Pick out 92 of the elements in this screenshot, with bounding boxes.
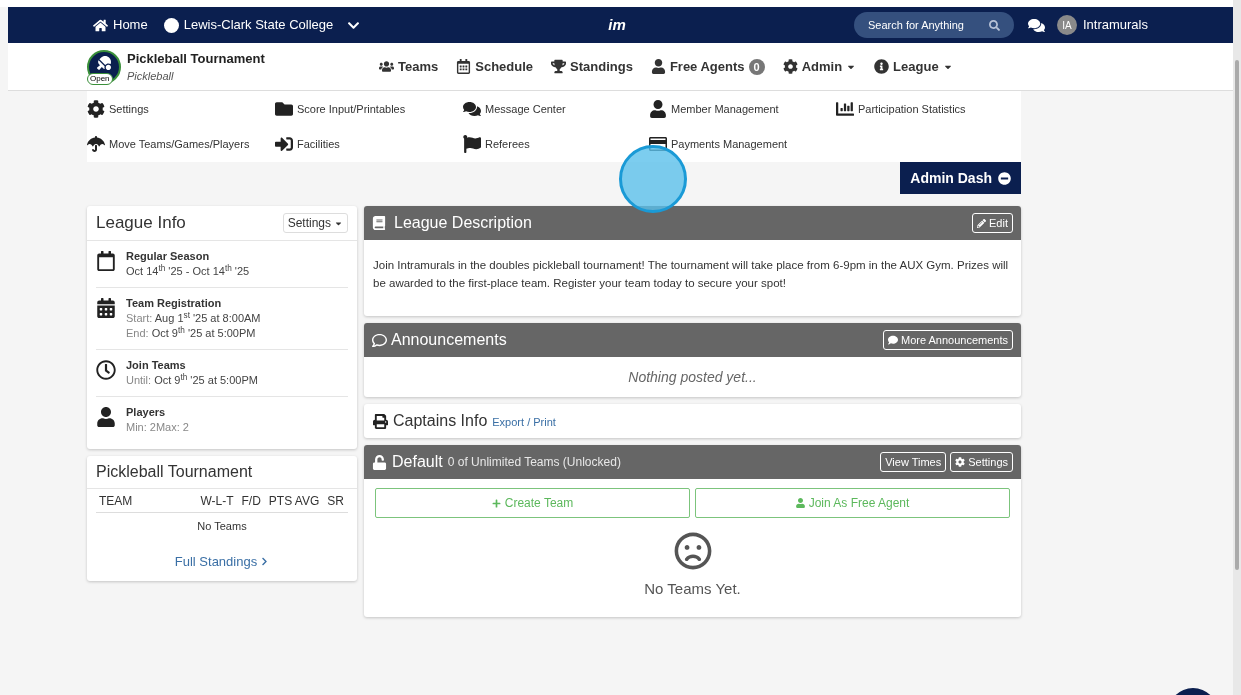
chevron-right-icon (260, 556, 270, 566)
info-title: Players (126, 405, 167, 420)
trophy-icon (551, 59, 567, 74)
settings-icon (782, 59, 798, 74)
chat-icon[interactable] (1027, 16, 1045, 34)
dashboard-menu-item[interactable]: Settings (87, 99, 149, 118)
calendar-icon (96, 298, 116, 318)
info-line: Min: 2Max: 2 (126, 420, 189, 435)
print-icon (373, 413, 388, 429)
search-field[interactable]: Search for Anything (853, 12, 1014, 38)
settings-icon (955, 457, 966, 467)
paddle-icon (97, 55, 111, 70)
info-title: Join Teams (126, 358, 187, 373)
panel-title: Default (392, 452, 443, 472)
person-icon (649, 99, 667, 118)
comment-icon (888, 335, 898, 345)
full-standings-link[interactable]: Full Standings (174, 551, 270, 571)
unlock-icon (372, 454, 387, 470)
count-badge: 0 (748, 58, 765, 75)
flag-icon (463, 135, 481, 154)
settings-icon (87, 99, 105, 118)
empty-message: Nothing posted yet... (628, 367, 757, 387)
empty-message: No Teams (197, 519, 247, 534)
settings-dropdown[interactable]: Settings (282, 213, 348, 233)
description-text: Join Intramurals in the doubles pickleball tournament! The tournament will take place from 6-9pm in the AUX Gym. Prizes will be awarded to the first-place team. Register your team today to secure your spot! (372, 258, 1010, 291)
calendar-icon (456, 59, 472, 74)
pencil-icon (977, 218, 987, 228)
edit-button[interactable]: Edit (972, 213, 1013, 233)
nav-link[interactable]: Standings (551, 56, 633, 77)
minus-icon (998, 171, 1011, 185)
search-icon (988, 20, 1000, 31)
settings-button[interactable]: Settings (950, 452, 1013, 472)
home-icon (93, 17, 108, 33)
column-header: TEAM (98, 492, 134, 510)
column-header: SR (326, 492, 345, 510)
info-line: Start: Aug 1$^{st}$ '25 at 8:00AM (126, 311, 261, 326)
bar-chart-icon (836, 99, 854, 118)
sport-name: Pickleball (127, 69, 175, 84)
calendar-icon (96, 251, 116, 271)
nav-link[interactable]: League (874, 56, 953, 77)
info-icon (874, 59, 890, 74)
sign-in-icon (275, 135, 293, 154)
info-title: Team Registration (126, 296, 223, 311)
card-title: Pickleball Tournament (96, 462, 253, 482)
league-title: Pickleball Tournament (127, 49, 265, 68)
column-header: W-L-T (199, 492, 235, 510)
info-line: End: Oct 9$^{th}$ '25 at 5:00PM (126, 326, 257, 341)
book-icon (372, 216, 386, 230)
nav-link[interactable]: Admin (782, 56, 857, 77)
nav-link[interactable]: Teams (379, 56, 439, 77)
admin-dash-button[interactable]: Admin Dash (900, 162, 1021, 194)
dashboard-menu-item[interactable]: Member Management (649, 99, 779, 118)
team-count: 0 of Unlimited Teams (Unlocked) (447, 454, 621, 471)
card-title: Captains Info (393, 411, 488, 431)
card-title: League Info (96, 212, 186, 235)
info-line: Oct 14$^{th}$ '25 - Oct 14$^{th}$ '25 (126, 264, 250, 279)
chat-icon (463, 99, 481, 118)
column-header: PTS AVG (267, 492, 321, 510)
nav-link[interactable]: Free Agents 0 (650, 56, 765, 77)
umbrella-icon (87, 135, 105, 154)
school-link[interactable]: Lewis-Clark State College (163, 15, 334, 35)
dashboard-menu-item[interactable]: Move Teams/Games/Players (87, 135, 250, 154)
user-name[interactable]: Intramurals (1082, 15, 1148, 35)
person-icon (650, 59, 666, 74)
comment-icon (372, 332, 387, 348)
site-logo[interactable]: im (608, 13, 626, 37)
view-times-button[interactable]: View Times (880, 452, 947, 472)
dashboard-menu-item[interactable]: Referees (463, 135, 530, 154)
dashboard-menu-item[interactable]: Score Input/Printables (275, 99, 406, 118)
school-logo-icon (163, 17, 179, 33)
home-link[interactable]: Home (93, 15, 148, 35)
more-announcements-button[interactable]: More Announcements (883, 330, 1013, 350)
export-print-link[interactable]: Export / Print (492, 414, 556, 431)
dashboard-menu-item[interactable]: Message Center (463, 99, 566, 118)
folder-icon (275, 99, 293, 118)
column-header: F/D (240, 492, 262, 510)
dashboard-menu-item[interactable]: Payments Management (649, 135, 788, 154)
dashboard-menu-item[interactable]: Facilities (275, 135, 340, 154)
status-badge: Open (87, 72, 113, 85)
person-icon (96, 407, 116, 427)
empty-message: No Teams Yet. (644, 579, 741, 599)
sad-face-icon (673, 532, 712, 570)
info-title: Regular Season (126, 249, 211, 264)
panel-title: League Description (394, 213, 532, 233)
clock-icon (96, 360, 116, 380)
panel-title: Announcements (391, 330, 507, 350)
nav-link[interactable]: Schedule (456, 56, 534, 77)
info-line: Until: Oct 9$^{th}$ '25 at 5:00PM (126, 373, 258, 388)
plus-icon (491, 498, 501, 508)
dashboard-menu-item[interactable]: Participation Statistics (836, 99, 966, 118)
person-icon (795, 498, 805, 508)
users-icon (379, 59, 394, 74)
